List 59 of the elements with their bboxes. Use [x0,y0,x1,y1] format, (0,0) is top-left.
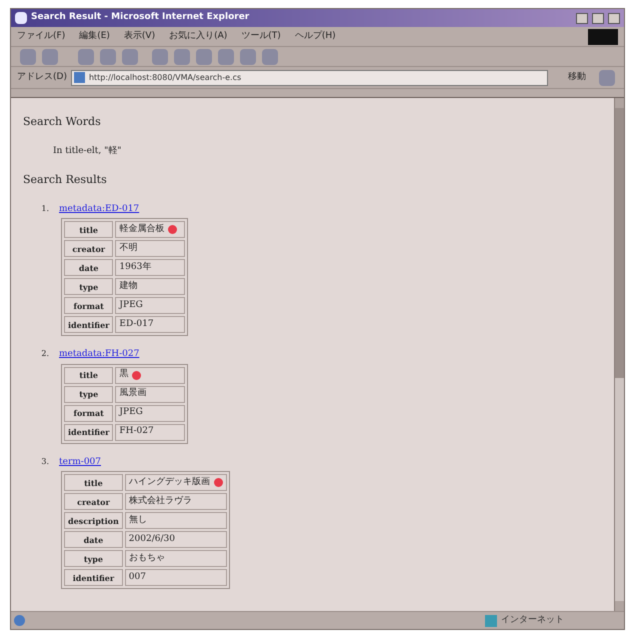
field-name: identifier [64,424,114,440]
field-value: 無し [128,514,147,527]
field-value: JPEG [119,406,143,420]
result-number: 3. [40,456,49,468]
field-value: 不明 [119,242,138,255]
field-value: 2002/6/30 [128,532,175,546]
field-value: JPEG [119,298,143,312]
field-name: format [64,297,114,314]
field-value: 1963年 [119,260,152,274]
menu-item[interactable]: 編集(E) [79,30,110,44]
vertical-scrollbar[interactable] [614,98,624,611]
scroll-down-icon[interactable] [615,601,624,611]
menu-item[interactable]: お気に入り(A) [169,30,228,44]
search-term: In title-elt, "軽" [53,144,122,158]
field-value: 黒 [119,368,128,382]
minimize-button[interactable] [576,12,588,24]
go-button[interactable]: 移動 [562,70,592,84]
field-name: description [64,512,123,529]
field-name: creator [64,493,123,510]
field-value: 風景画 [119,387,146,400]
field-value: 株式会社ラヴラ [128,494,192,508]
result-link[interactable]: metadata:ED-017 [59,202,140,216]
maximize-button[interactable] [592,12,604,24]
field-name: type [64,278,114,295]
field-value: FH-027 [119,425,154,438]
field-value: ED-017 [119,318,154,331]
close-button[interactable] [608,12,620,24]
field-name: creator [64,240,114,257]
scroll-up-icon[interactable] [615,98,624,108]
result-link[interactable]: term-007 [59,456,101,469]
address-field[interactable]: http://localhost:8080/VMA/search-e.cs [70,70,548,86]
field-name: identifier [64,569,123,586]
address-label: アドレス(D) [17,70,67,84]
field-name: title [64,474,123,491]
field-name: format [64,404,114,422]
result-number: 1. [40,202,49,214]
field-name: title [64,221,114,238]
field-value: 軽金属合板 [119,222,164,236]
section-heading: Search Words [23,114,102,130]
window-title: Search Result - Microsoft Internet Explorer [31,11,250,24]
menu-item[interactable]: ヘルプ(H) [294,30,336,44]
scroll-thumb[interactable] [615,108,624,378]
result-link[interactable]: metadata:FH-027 [59,348,140,362]
field-name: title [64,366,114,384]
zone-label: インターネット [501,614,565,627]
field-value: 建物 [119,280,138,293]
field-name: identifier [64,316,114,333]
menu-item[interactable]: 表示(V) [124,30,156,44]
menu-item[interactable]: ツール(T) [241,30,281,44]
result-number: 2. [40,348,49,360]
field-value: おもちゃ [128,552,165,565]
section-heading: Search Results [23,172,108,188]
field-name: type [64,550,123,567]
field-name: date [64,259,114,276]
field-name: type [64,386,114,402]
menu-item[interactable]: ファイル(F) [17,30,66,44]
field-value: ハイングデッキ版画 [128,476,210,489]
field-value: 007 [128,570,146,584]
field-name: date [64,531,123,548]
